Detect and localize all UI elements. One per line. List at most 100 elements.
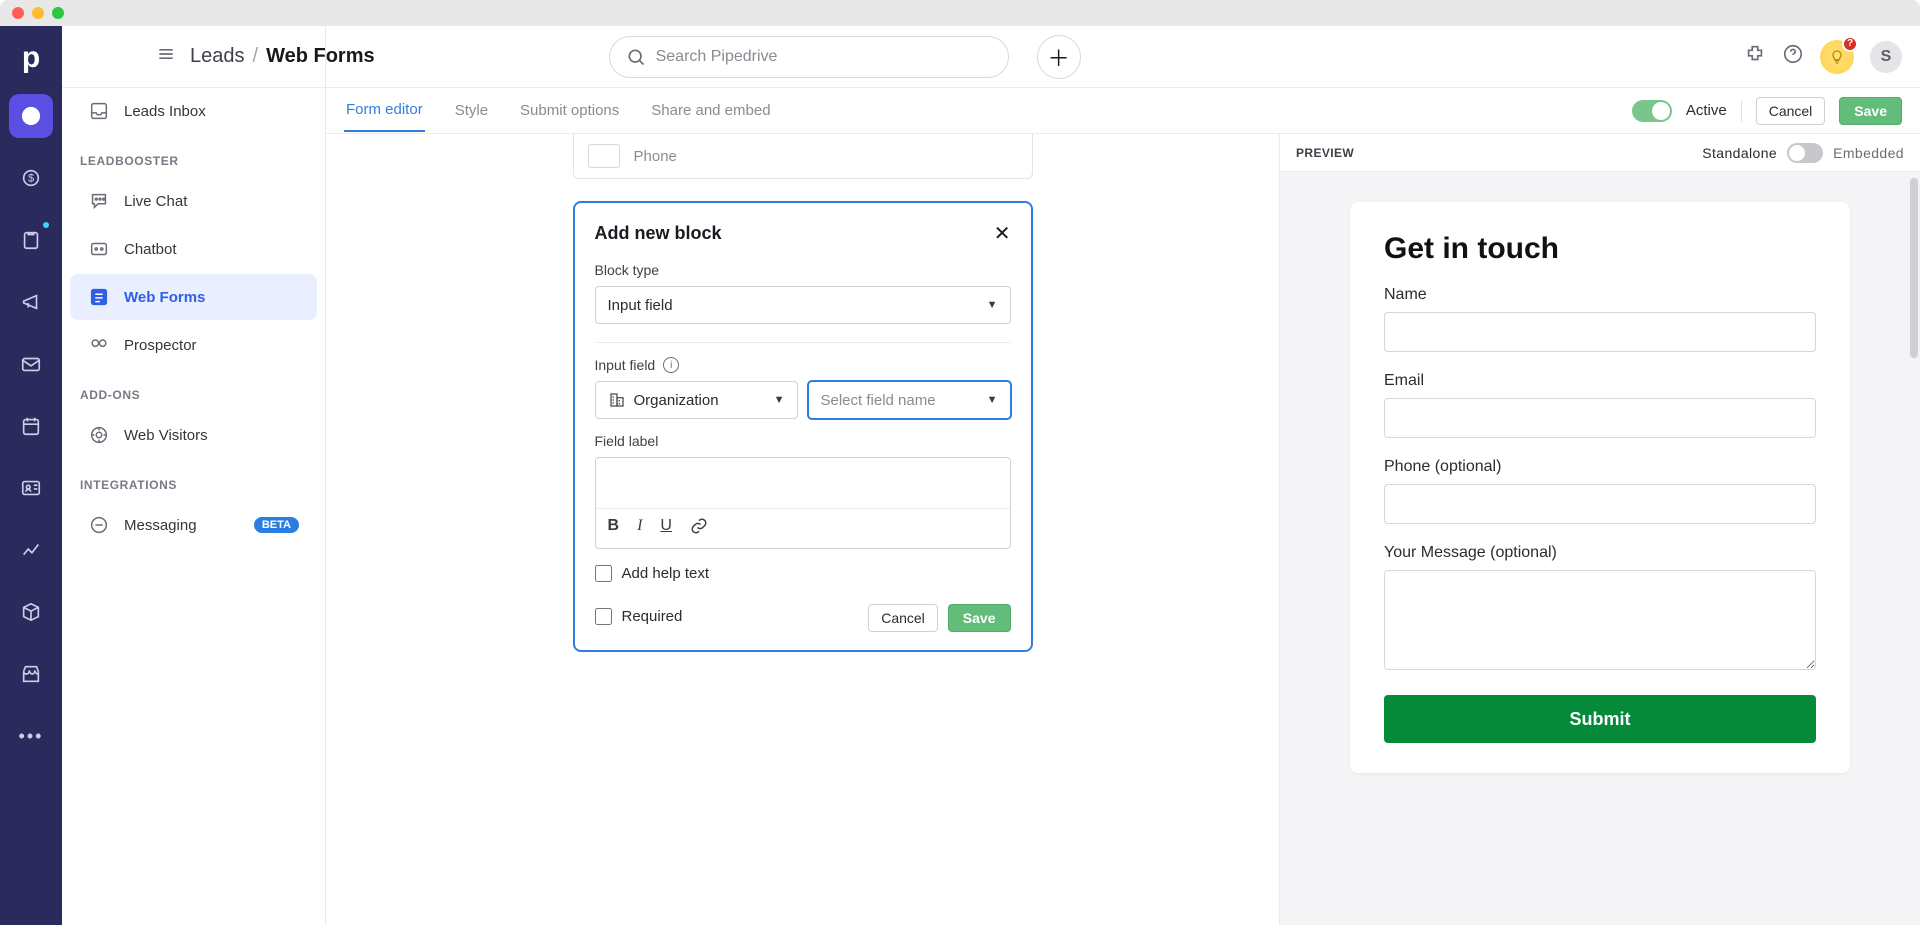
- field-email-input[interactable]: [1384, 398, 1816, 438]
- add-help-checkbox[interactable]: Add help text: [595, 565, 1011, 582]
- preview-header: PREVIEW Standalone Embedded: [1280, 134, 1920, 172]
- field-name-input[interactable]: [1384, 312, 1816, 352]
- submit-button[interactable]: Submit: [1384, 695, 1816, 743]
- rail-products[interactable]: [9, 590, 53, 634]
- breadcrumb-current: Web Forms: [266, 45, 375, 68]
- breadcrumb-parent[interactable]: Leads: [190, 45, 245, 68]
- sales-assistant-icon[interactable]: ?: [1820, 40, 1854, 74]
- block-cancel-button[interactable]: Cancel: [868, 604, 938, 632]
- sidebar-web-forms[interactable]: Web Forms: [70, 274, 317, 320]
- field-name-placeholder: Select field name: [821, 392, 936, 409]
- preview-mode-toggle[interactable]: [1787, 143, 1823, 163]
- sidebar-leads-inbox-label: Leads Inbox: [124, 103, 206, 120]
- divider: [595, 342, 1011, 343]
- rail-more[interactable]: •••: [9, 714, 53, 758]
- field-email-label: Email: [1384, 372, 1816, 390]
- field-card-label: Phone: [634, 148, 677, 165]
- scrollbar[interactable]: [1910, 178, 1918, 358]
- rte-toolbar: B I U: [596, 508, 1010, 548]
- info-icon[interactable]: i: [663, 357, 679, 373]
- block-save-button[interactable]: Save: [948, 604, 1011, 632]
- app-logo: p: [0, 40, 62, 76]
- field-phone-input[interactable]: [1384, 484, 1816, 524]
- sidebar-section-leadbooster: LEADBOOSTER: [62, 136, 325, 176]
- rail-projects[interactable]: [9, 218, 53, 262]
- link-icon[interactable]: [690, 517, 708, 540]
- field-label-label: Field label: [595, 433, 1011, 449]
- close-icon[interactable]: ✕: [994, 221, 1011, 246]
- tab-style[interactable]: Style: [453, 90, 490, 131]
- block-type-label: Block type: [595, 262, 1011, 278]
- tab-share-embed[interactable]: Share and embed: [649, 90, 772, 131]
- rail-deals[interactable]: $: [9, 156, 53, 200]
- sidebar-messaging[interactable]: Messaging BETA: [70, 502, 317, 548]
- form-title: Get in touch: [1384, 232, 1816, 266]
- required-checkbox[interactable]: Required: [595, 608, 683, 625]
- save-button[interactable]: Save: [1839, 97, 1902, 125]
- extensions-icon[interactable]: [1744, 43, 1766, 70]
- required-input[interactable]: [595, 608, 612, 625]
- rail-activities[interactable]: [9, 404, 53, 448]
- rail-leads[interactable]: [9, 94, 53, 138]
- rail-campaigns[interactable]: [9, 280, 53, 324]
- field-name-select[interactable]: Select field name ▼: [808, 381, 1011, 419]
- avatar[interactable]: S: [1870, 41, 1902, 73]
- sidebar-web-visitors[interactable]: Web Visitors: [70, 412, 317, 458]
- bold-icon[interactable]: B: [608, 517, 620, 540]
- editor-column: Phone Add new block ✕ Block type Input f…: [326, 134, 1280, 925]
- separator: [1741, 100, 1742, 122]
- chevron-down-icon: ▼: [774, 394, 785, 406]
- add-help-input[interactable]: [595, 565, 612, 582]
- preview-column: PREVIEW Standalone Embedded Get in touch…: [1280, 134, 1920, 925]
- chevron-down-icon: ▼: [987, 394, 998, 406]
- help-icon[interactable]: [1782, 43, 1804, 70]
- cancel-button[interactable]: Cancel: [1756, 97, 1826, 125]
- tab-submit-options[interactable]: Submit options: [518, 90, 621, 131]
- rail-contacts[interactable]: [9, 466, 53, 510]
- tab-form-editor[interactable]: Form editor: [344, 89, 425, 132]
- rail-marketplace[interactable]: [9, 652, 53, 696]
- field-label-editor[interactable]: B I U: [595, 457, 1011, 549]
- window-chrome: [0, 0, 1920, 26]
- nav-rail: p $ •••: [0, 26, 62, 925]
- input-field-label: Input field i: [595, 357, 1011, 373]
- field-card-phone[interactable]: Phone: [573, 134, 1033, 179]
- block-type-select[interactable]: Input field ▼: [595, 286, 1011, 324]
- embedded-label: Embedded: [1833, 145, 1904, 161]
- preview-body: Get in touch Name Email Phone (optional): [1280, 172, 1920, 925]
- alert-badge: ?: [1842, 36, 1858, 52]
- add-help-label: Add help text: [622, 565, 710, 582]
- traffic-min[interactable]: [32, 7, 44, 19]
- search-placeholder: Search Pipedrive: [656, 48, 778, 66]
- sidebar-leads-inbox[interactable]: Leads Inbox: [70, 88, 317, 134]
- active-toggle[interactable]: [1632, 100, 1672, 122]
- preview-title: PREVIEW: [1296, 146, 1354, 160]
- field-message-input[interactable]: [1384, 570, 1816, 670]
- top-bar: Leads / Web Forms Search Pipedrive ＋ ?: [62, 26, 1920, 88]
- entity-select[interactable]: Organization ▼: [595, 381, 798, 419]
- sidebar-live-chat[interactable]: Live Chat: [70, 178, 317, 224]
- rail-insights[interactable]: [9, 528, 53, 572]
- preview-form: Get in touch Name Email Phone (optional): [1350, 202, 1850, 773]
- quick-add-button[interactable]: ＋: [1037, 35, 1081, 79]
- menu-toggle[interactable]: [156, 44, 176, 69]
- drag-handle-icon[interactable]: [588, 144, 620, 168]
- beta-badge: BETA: [254, 517, 299, 533]
- standalone-label: Standalone: [1702, 145, 1777, 161]
- rte-textarea[interactable]: [596, 458, 1010, 508]
- traffic-max[interactable]: [52, 7, 64, 19]
- search-input[interactable]: Search Pipedrive: [609, 36, 1009, 78]
- sidebar-web-forms-label: Web Forms: [124, 289, 205, 306]
- sidebar-prospector[interactable]: Prospector: [70, 322, 317, 368]
- rail-mail[interactable]: [9, 342, 53, 386]
- sidebar-web-visitors-label: Web Visitors: [124, 427, 208, 444]
- breadcrumb-sep: /: [253, 45, 259, 68]
- block-type-value: Input field: [608, 297, 673, 314]
- rail-projects-dot: [43, 222, 49, 228]
- sidebar-chatbot[interactable]: Chatbot: [70, 226, 317, 272]
- traffic-close[interactable]: [12, 7, 24, 19]
- field-name-label: Name: [1384, 286, 1816, 304]
- underline-icon[interactable]: U: [660, 517, 672, 540]
- active-label: Active: [1686, 102, 1727, 119]
- italic-icon[interactable]: I: [637, 517, 642, 540]
